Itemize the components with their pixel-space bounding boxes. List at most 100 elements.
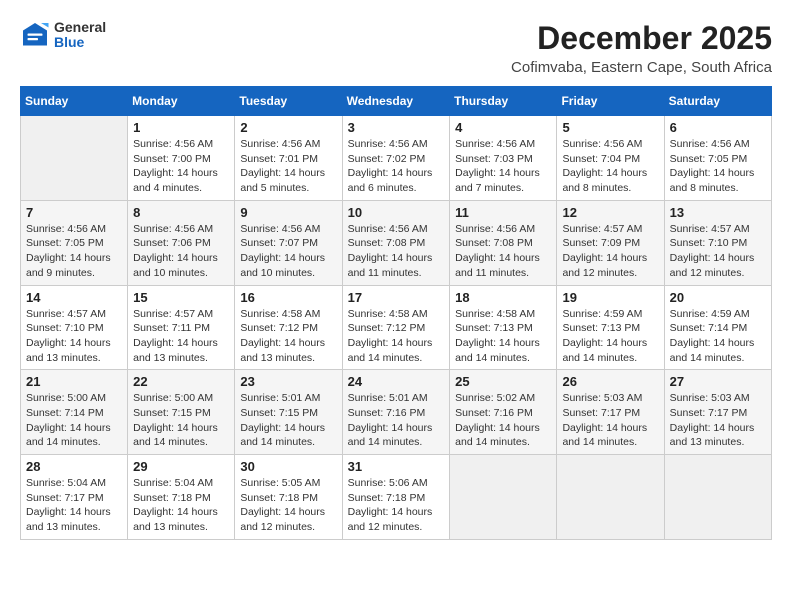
day-number: 17 (348, 290, 445, 305)
day-info: Sunrise: 4:56 AM Sunset: 7:00 PM Dayligh… (133, 137, 229, 196)
calendar-cell: 31Sunrise: 5:06 AM Sunset: 7:18 PM Dayli… (342, 455, 450, 540)
day-number: 21 (26, 374, 122, 389)
calendar-cell: 30 Sunrise: 5:05 AM Sunset: 7:18 PM Dayli… (235, 455, 342, 540)
calendar-cell: 15Sunrise: 4:57 AM Sunset: 7:11 PM Dayli… (128, 285, 235, 370)
calendar-cell: 12 Sunrise: 4:57 AM Sunset: 7:09 PM Dayli… (557, 200, 664, 285)
calendar-cell: 16 Sunrise: 4:58 AM Sunset: 7:12 PM Dayli… (235, 285, 342, 370)
calendar-cell (21, 116, 128, 201)
calendar-cell: 19 Sunrise: 4:59 AM Sunset: 7:13 PM Dayli… (557, 285, 664, 370)
day-info: Sunrise: 4:59 AM Sunset: 7:14 PM Dayligh… (670, 307, 766, 366)
day-info: Sunrise: 4:58 AM Sunset: 7:12 PM Dayligh… (240, 307, 336, 366)
logo: General Blue (20, 20, 106, 51)
day-number: 8 (133, 205, 229, 220)
calendar-cell (664, 455, 771, 540)
day-info: Sunrise: 4:56 AM Sunset: 7:06 PM Dayligh… (133, 222, 229, 281)
day-info: Sunrise: 5:01 AM Sunset: 7:15 PM Dayligh… (240, 391, 336, 450)
calendar-cell: 7 Sunrise: 4:56 AM Sunset: 7:05 PM Daylig… (21, 200, 128, 285)
calendar-cell: 14Sunrise: 4:57 AM Sunset: 7:10 PM Dayli… (21, 285, 128, 370)
day-info: Sunrise: 4:57 AM Sunset: 7:10 PM Dayligh… (26, 307, 122, 366)
col-header-sunday: Sunday (21, 87, 128, 116)
page-subtitle: Cofimvaba, Eastern Cape, South Africa (511, 59, 772, 76)
day-number: 9 (240, 205, 336, 220)
day-info: Sunrise: 4:56 AM Sunset: 7:08 PM Dayligh… (348, 222, 445, 281)
day-info: Sunrise: 4:56 AM Sunset: 7:05 PM Dayligh… (26, 222, 122, 281)
calendar-cell: 8 Sunrise: 4:56 AM Sunset: 7:06 PM Daylig… (128, 200, 235, 285)
day-info: Sunrise: 5:03 AM Sunset: 7:17 PM Dayligh… (562, 391, 658, 450)
day-number: 11 (455, 205, 551, 220)
calendar-cell: 1 Sunrise: 4:56 AM Sunset: 7:00 PM Daylig… (128, 116, 235, 201)
week-row-2: 7 Sunrise: 4:56 AM Sunset: 7:05 PM Daylig… (21, 200, 772, 285)
day-info: Sunrise: 4:56 AM Sunset: 7:01 PM Dayligh… (240, 137, 336, 196)
day-number: 23 (240, 374, 336, 389)
col-header-thursday: Thursday (450, 87, 557, 116)
day-info: Sunrise: 5:05 AM Sunset: 7:18 PM Dayligh… (240, 476, 336, 535)
day-info: Sunrise: 4:56 AM Sunset: 7:07 PM Dayligh… (240, 222, 336, 281)
day-number: 27 (670, 374, 766, 389)
day-number: 13 (670, 205, 766, 220)
day-number: 5 (562, 120, 658, 135)
logo-blue-text: Blue (54, 35, 106, 50)
calendar-cell (557, 455, 664, 540)
day-info: Sunrise: 5:04 AM Sunset: 7:17 PM Dayligh… (26, 476, 122, 535)
calendar-cell: 26 Sunrise: 5:03 AM Sunset: 7:17 PM Dayli… (557, 370, 664, 455)
day-info: Sunrise: 5:00 AM Sunset: 7:15 PM Dayligh… (133, 391, 229, 450)
day-number: 30 (240, 459, 336, 474)
day-number: 6 (670, 120, 766, 135)
col-header-wednesday: Wednesday (342, 87, 450, 116)
day-number: 19 (562, 290, 658, 305)
calendar-cell: 23 Sunrise: 5:01 AM Sunset: 7:15 PM Dayli… (235, 370, 342, 455)
day-number: 29 (133, 459, 229, 474)
day-number: 20 (670, 290, 766, 305)
calendar-cell: 25Sunrise: 5:02 AM Sunset: 7:16 PM Dayli… (450, 370, 557, 455)
day-info: Sunrise: 4:59 AM Sunset: 7:13 PM Dayligh… (562, 307, 658, 366)
calendar-cell: 6 Sunrise: 4:56 AM Sunset: 7:05 PM Daylig… (664, 116, 771, 201)
logo-general-text: General (54, 20, 106, 35)
calendar-cell: 11 Sunrise: 4:56 AM Sunset: 7:08 PM Dayli… (450, 200, 557, 285)
day-number: 15 (133, 290, 229, 305)
day-info: Sunrise: 4:56 AM Sunset: 7:05 PM Dayligh… (670, 137, 766, 196)
day-info: Sunrise: 5:04 AM Sunset: 7:18 PM Dayligh… (133, 476, 229, 535)
week-row-4: 21Sunrise: 5:00 AM Sunset: 7:14 PM Dayli… (21, 370, 772, 455)
calendar-cell: 17 Sunrise: 4:58 AM Sunset: 7:12 PM Dayli… (342, 285, 450, 370)
day-info: Sunrise: 4:57 AM Sunset: 7:09 PM Dayligh… (562, 222, 658, 281)
week-row-1: 1 Sunrise: 4:56 AM Sunset: 7:00 PM Daylig… (21, 116, 772, 201)
calendar-cell: 9 Sunrise: 4:56 AM Sunset: 7:07 PM Daylig… (235, 200, 342, 285)
day-info: Sunrise: 5:01 AM Sunset: 7:16 PM Dayligh… (348, 391, 445, 450)
title-block: December 2025 Cofimvaba, Eastern Cape, S… (511, 20, 772, 76)
calendar-table: SundayMondayTuesdayWednesdayThursdayFrid… (20, 86, 772, 540)
day-info: Sunrise: 4:56 AM Sunset: 7:03 PM Dayligh… (455, 137, 551, 196)
day-number: 3 (348, 120, 445, 135)
day-number: 4 (455, 120, 551, 135)
calendar-cell: 22 Sunrise: 5:00 AM Sunset: 7:15 PM Dayli… (128, 370, 235, 455)
calendar-cell: 2Sunrise: 4:56 AM Sunset: 7:01 PM Daylig… (235, 116, 342, 201)
calendar-cell: 21Sunrise: 5:00 AM Sunset: 7:14 PM Dayli… (21, 370, 128, 455)
calendar-header: SundayMondayTuesdayWednesdayThursdayFrid… (21, 87, 772, 116)
calendar-cell: 20 Sunrise: 4:59 AM Sunset: 7:14 PM Dayli… (664, 285, 771, 370)
day-number: 26 (562, 374, 658, 389)
day-number: 18 (455, 290, 551, 305)
col-header-saturday: Saturday (664, 87, 771, 116)
day-info: Sunrise: 4:58 AM Sunset: 7:13 PM Dayligh… (455, 307, 551, 366)
day-info: Sunrise: 4:57 AM Sunset: 7:10 PM Dayligh… (670, 222, 766, 281)
col-header-friday: Friday (557, 87, 664, 116)
calendar-cell: 18 Sunrise: 4:58 AM Sunset: 7:13 PM Dayli… (450, 285, 557, 370)
calendar-cell (450, 455, 557, 540)
day-info: Sunrise: 4:58 AM Sunset: 7:12 PM Dayligh… (348, 307, 445, 366)
day-number: 25 (455, 374, 551, 389)
day-number: 22 (133, 374, 229, 389)
day-number: 7 (26, 205, 122, 220)
logo-text: General Blue (54, 20, 106, 51)
day-number: 1 (133, 120, 229, 135)
page-header: General Blue December 2025 Cofimvaba, Ea… (20, 20, 772, 76)
calendar-cell: 24Sunrise: 5:01 AM Sunset: 7:16 PM Dayli… (342, 370, 450, 455)
day-number: 10 (348, 205, 445, 220)
calendar-cell: 10 Sunrise: 4:56 AM Sunset: 7:08 PM Dayli… (342, 200, 450, 285)
calendar-cell: 5Sunrise: 4:56 AM Sunset: 7:04 PM Daylig… (557, 116, 664, 201)
day-info: Sunrise: 5:03 AM Sunset: 7:17 PM Dayligh… (670, 391, 766, 450)
day-number: 28 (26, 459, 122, 474)
day-info: Sunrise: 4:56 AM Sunset: 7:08 PM Dayligh… (455, 222, 551, 281)
calendar-cell: 4 Sunrise: 4:56 AM Sunset: 7:03 PM Daylig… (450, 116, 557, 201)
calendar-cell: 28 Sunrise: 5:04 AM Sunset: 7:17 PM Dayli… (21, 455, 128, 540)
day-number: 16 (240, 290, 336, 305)
day-number: 12 (562, 205, 658, 220)
